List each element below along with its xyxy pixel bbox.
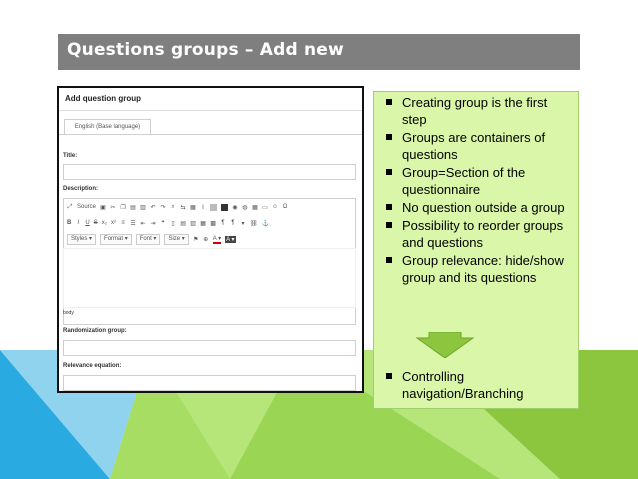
notes-list: Creating group is the first step Groups … [380, 94, 574, 287]
templates-icon[interactable]: ▣ [100, 204, 106, 211]
bullet-marker [386, 169, 392, 175]
spellcheck-icon[interactable]: ⊕ [203, 236, 209, 243]
format-dropdown[interactable]: Format ▾ [100, 233, 132, 245]
anchor-icon[interactable]: ⚓ [262, 220, 269, 227]
editor-toolbar-row-1: ⤢ Source ▣ ✂ ❐ ▤ ▥ ↶ ↷ ⌕ ⇆ ▦ Ⅰ ◉ ◍ ▦ ▭ ☺… [63, 200, 356, 214]
image-icon[interactable] [210, 203, 218, 211]
editor-content-area[interactable] [63, 248, 356, 308]
editor-toolbar-row-3: Styles ▾ Format ▾ Font ▾ Size ▾ ⚑ ⊕ A ▾ … [63, 232, 356, 246]
bullet-marker [386, 222, 392, 228]
bullet-marker [386, 134, 392, 140]
text-color-button[interactable]: A ▾ [212, 235, 222, 244]
select-all-icon[interactable]: ▦ [190, 204, 196, 211]
size-label: Size [168, 235, 181, 242]
bullet-marker [386, 373, 392, 379]
blockquote-icon[interactable]: ❞ [160, 220, 166, 227]
redo-icon[interactable]: ↷ [160, 204, 166, 211]
form-heading: Add question group [65, 94, 141, 103]
div-icon[interactable]: ▯ [170, 220, 176, 227]
slide-title-bar: Questions groups – Add new [58, 34, 580, 70]
tab-divider [59, 134, 362, 135]
editor-toolbar-row-2: B I U S x₂ x² ≡ ☰ ⇤ ⇥ ❞ ▯ ▤ ▥ ▦ ▩ ¶ ¶ ▾ … [63, 216, 356, 230]
relevance-label: Relevance equation: [63, 363, 122, 369]
ltr-icon[interactable]: ¶ [220, 220, 226, 226]
editor-path-tag: body [63, 310, 74, 316]
italic-button[interactable]: I [75, 220, 81, 226]
font-label: Font [139, 235, 152, 242]
maximize-icon[interactable]: ⤢ [67, 204, 73, 211]
numbered-list-icon[interactable]: ≡ [120, 220, 126, 226]
table-icon[interactable]: ▦ [252, 204, 258, 211]
bullet-marker [386, 204, 392, 210]
link-icon-2[interactable]: ⛓ [250, 220, 258, 227]
source-button[interactable]: Source [77, 204, 96, 210]
rtl-icon[interactable]: ¶ [230, 220, 236, 226]
hr-icon[interactable]: ▭ [262, 204, 268, 211]
superscript-button[interactable]: x² [111, 220, 116, 226]
undo-icon[interactable]: ↶ [150, 204, 156, 211]
note-text: Creating group is the first step [402, 95, 548, 127]
strike-button[interactable]: S [94, 220, 98, 226]
randomization-label: Randomization group: [63, 328, 127, 334]
description-label: Description: [63, 186, 99, 192]
language-icon[interactable]: ▾ [240, 220, 246, 227]
note-text: Possibility to reorder groups and questi… [402, 218, 564, 250]
bulleted-list-icon[interactable]: ☰ [130, 220, 136, 227]
justify-icon[interactable]: ▩ [210, 220, 216, 227]
note-text: Group relevance: hide/show group and its… [402, 253, 564, 285]
note-text: Controlling navigation/Branching [402, 369, 524, 401]
replace-icon[interactable]: ⇆ [180, 204, 186, 211]
title-input[interactable] [63, 164, 356, 180]
bold-button[interactable]: B [67, 220, 71, 226]
find-icon[interactable]: ⌕ [170, 204, 176, 211]
divider [59, 110, 362, 111]
underline-button[interactable]: U [85, 220, 89, 226]
indent-icon[interactable]: ⇥ [150, 220, 156, 227]
note-text: Group=Section of the questionnaire [402, 165, 526, 197]
paste-text-icon[interactable]: ▥ [140, 204, 146, 211]
notes-list-conclusion: Controlling navigation/Branching [380, 368, 574, 402]
relevance-input[interactable] [63, 375, 356, 391]
note-item: No question outside a group [380, 199, 574, 216]
flag-icon[interactable]: ⚑ [193, 236, 199, 243]
tab-base-language[interactable]: English (Base language) [64, 119, 151, 135]
down-arrow-icon [415, 332, 475, 358]
randomization-input[interactable] [63, 340, 356, 356]
note-item: Group=Section of the questionnaire [380, 164, 574, 198]
outdent-icon[interactable]: ⇤ [140, 220, 146, 227]
size-dropdown[interactable]: Size ▾ [164, 233, 189, 245]
smiley-icon[interactable]: ☺ [272, 204, 278, 210]
font-dropdown[interactable]: Font ▾ [135, 233, 161, 245]
subscript-button[interactable]: x₂ [102, 220, 107, 226]
bg-color-button[interactable]: A ▾ [225, 235, 236, 243]
special-char-icon[interactable]: Ω [282, 204, 288, 210]
paste-icon[interactable]: ▤ [130, 204, 136, 211]
notes-box: Creating group is the first step Groups … [373, 91, 579, 409]
note-text: Groups are containers of questions [402, 130, 546, 162]
note-text: No question outside a group [402, 200, 565, 215]
media-icon[interactable]: ◉ [232, 204, 238, 211]
add-question-group-form: Add question group English (Base languag… [57, 86, 364, 393]
note-item: Possibility to reorder groups and questi… [380, 217, 574, 251]
align-left-icon[interactable]: ▤ [180, 220, 186, 227]
cut-icon[interactable]: ✂ [110, 204, 116, 211]
note-item: Groups are containers of questions [380, 129, 574, 163]
copy-icon[interactable]: ❐ [120, 204, 126, 211]
styles-dropdown[interactable]: Styles ▾ [67, 233, 97, 245]
format-label: Format [104, 235, 124, 242]
title-label: Title: [63, 153, 78, 159]
note-item: Group relevance: hide/show group and its… [380, 252, 574, 286]
remove-format-icon[interactable]: Ⅰ [200, 204, 206, 211]
note-item: Creating group is the first step [380, 94, 574, 128]
note-item: Controlling navigation/Branching [380, 368, 574, 402]
bullet-marker [386, 99, 392, 105]
slide-title: Questions groups – Add new [67, 40, 344, 60]
bullet-marker [386, 257, 392, 263]
styles-label: Styles [71, 235, 88, 242]
link-icon[interactable]: ◍ [242, 204, 248, 211]
align-right-icon[interactable]: ▦ [200, 220, 206, 227]
flash-icon[interactable] [221, 203, 229, 211]
align-center-icon[interactable]: ▥ [190, 220, 196, 227]
